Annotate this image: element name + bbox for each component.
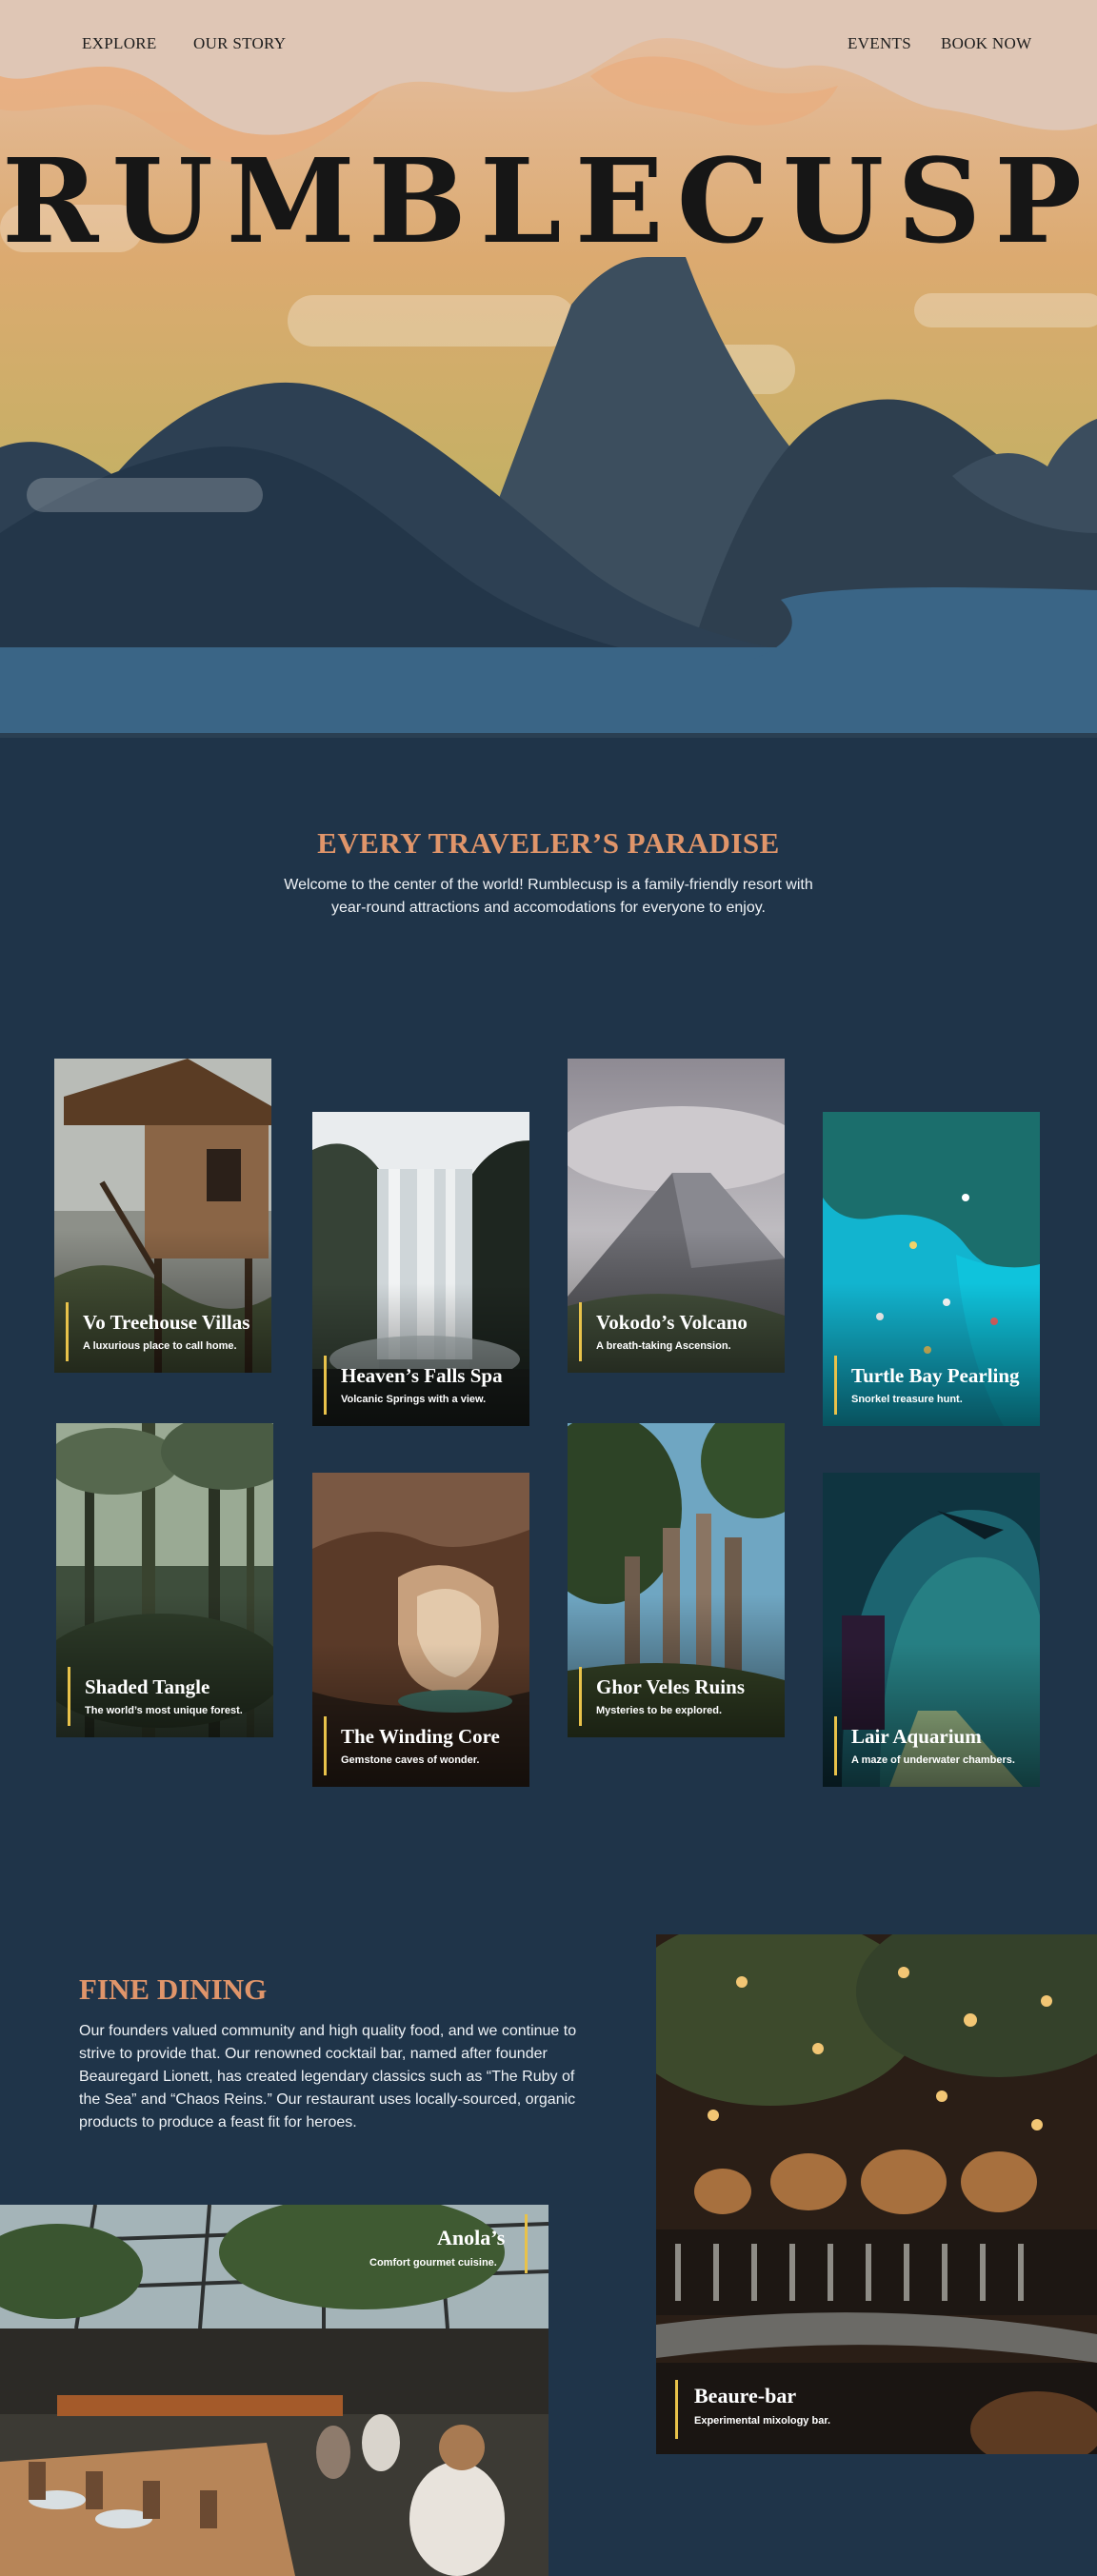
attraction-card-winding-core[interactable]: The Winding Core Gemstone caves of wonde… bbox=[312, 1473, 529, 1787]
venue-accent-bar bbox=[675, 2380, 678, 2439]
hero-landscape-illustration bbox=[0, 0, 1097, 738]
card-accent-bar bbox=[66, 1302, 69, 1361]
intro-heading: EVERY TRAVELER’S PARADISE bbox=[317, 826, 780, 860]
venue-card-beaure-bar[interactable]: Beaure-bar Experimental mixology bar. bbox=[656, 1934, 1097, 2454]
intro-text: Welcome to the center of the world! Rumb… bbox=[284, 877, 813, 916]
card-accent-bar bbox=[324, 1356, 327, 1415]
card-title: Heaven’s Falls Spa bbox=[341, 1364, 503, 1387]
attraction-card-shaded-tangle[interactable]: Shaded Tangle The world’s most unique fo… bbox=[56, 1423, 273, 1737]
attraction-card-waterfall[interactable]: Heaven’s Falls Spa Volcanic Springs with… bbox=[312, 1112, 529, 1426]
card-subtitle: The world’s most unique forest. bbox=[85, 1705, 243, 1716]
card-accent-bar bbox=[834, 1356, 837, 1415]
nav-explore-link[interactable]: EXPLORE bbox=[82, 34, 157, 53]
card-subtitle: Mysteries to be explored. bbox=[596, 1705, 723, 1716]
card-accent-bar bbox=[68, 1667, 70, 1726]
nav-book-now-link[interactable]: BOOK NOW bbox=[941, 34, 1031, 53]
attraction-card-turtle-bay[interactable]: Turtle Bay Pearling Snorkel treasure hun… bbox=[823, 1112, 1040, 1426]
hero-section: EXPLORE OUR STORY EVENTS BOOK NOW RUMBLE… bbox=[0, 0, 1097, 738]
cocktail-bar-photo bbox=[656, 1934, 1097, 2454]
nav-our-story-link[interactable]: OUR STORY bbox=[193, 34, 286, 53]
card-title: Shaded Tangle bbox=[85, 1675, 210, 1698]
card-subtitle: Volcanic Springs with a view. bbox=[341, 1394, 487, 1405]
venue-card-anolas[interactable]: Anola’s Comfort gourmet cuisine. bbox=[0, 2205, 548, 2576]
hero-title: RUMBLECUSP bbox=[1, 132, 1096, 269]
card-subtitle: A breath-taking Ascension. bbox=[596, 1340, 731, 1352]
card-accent-bar bbox=[579, 1302, 582, 1361]
nav-events-link[interactable]: EVENTS bbox=[848, 34, 911, 53]
venue-subtitle: Experimental mixology bar. bbox=[694, 2415, 831, 2427]
card-title: Vokodo’s Volcano bbox=[596, 1311, 748, 1334]
attraction-card-ruins[interactable]: Ghor Veles Ruins Mysteries to be explore… bbox=[568, 1423, 785, 1737]
venue-title: Anola’s bbox=[437, 2226, 506, 2249]
card-accent-bar bbox=[579, 1667, 582, 1726]
attraction-card-aquarium[interactable]: Lair Aquarium A maze of underwater chamb… bbox=[823, 1473, 1040, 1787]
card-subtitle: Snorkel treasure hunt. bbox=[851, 1394, 963, 1405]
card-title: The Winding Core bbox=[341, 1725, 500, 1748]
card-subtitle: A luxurious place to call home. bbox=[83, 1340, 237, 1352]
card-title: Ghor Veles Ruins bbox=[596, 1675, 745, 1698]
attraction-card-volcano[interactable]: Vokodo’s Volcano A breath-taking Ascensi… bbox=[568, 1059, 785, 1373]
venue-accent-bar bbox=[525, 2214, 528, 2273]
dining-text: Our founders valued community and high q… bbox=[79, 2023, 577, 2130]
venue-subtitle: Comfort gourmet cuisine. bbox=[369, 2257, 497, 2269]
venue-title: Beaure-bar bbox=[694, 2384, 797, 2408]
card-accent-bar bbox=[834, 1716, 837, 1775]
attraction-card-treehouse[interactable]: Vo Treehouse Villas A luxurious place to… bbox=[54, 1059, 271, 1373]
card-title: Vo Treehouse Villas bbox=[83, 1311, 250, 1334]
card-subtitle: A maze of underwater chambers. bbox=[851, 1754, 1015, 1766]
card-title: Lair Aquarium bbox=[851, 1725, 982, 1748]
card-subtitle: Gemstone caves of wonder. bbox=[341, 1754, 480, 1766]
card-title: Turtle Bay Pearling bbox=[851, 1364, 1020, 1387]
card-accent-bar bbox=[324, 1716, 327, 1775]
dining-heading: FINE DINING bbox=[79, 1972, 268, 2006]
